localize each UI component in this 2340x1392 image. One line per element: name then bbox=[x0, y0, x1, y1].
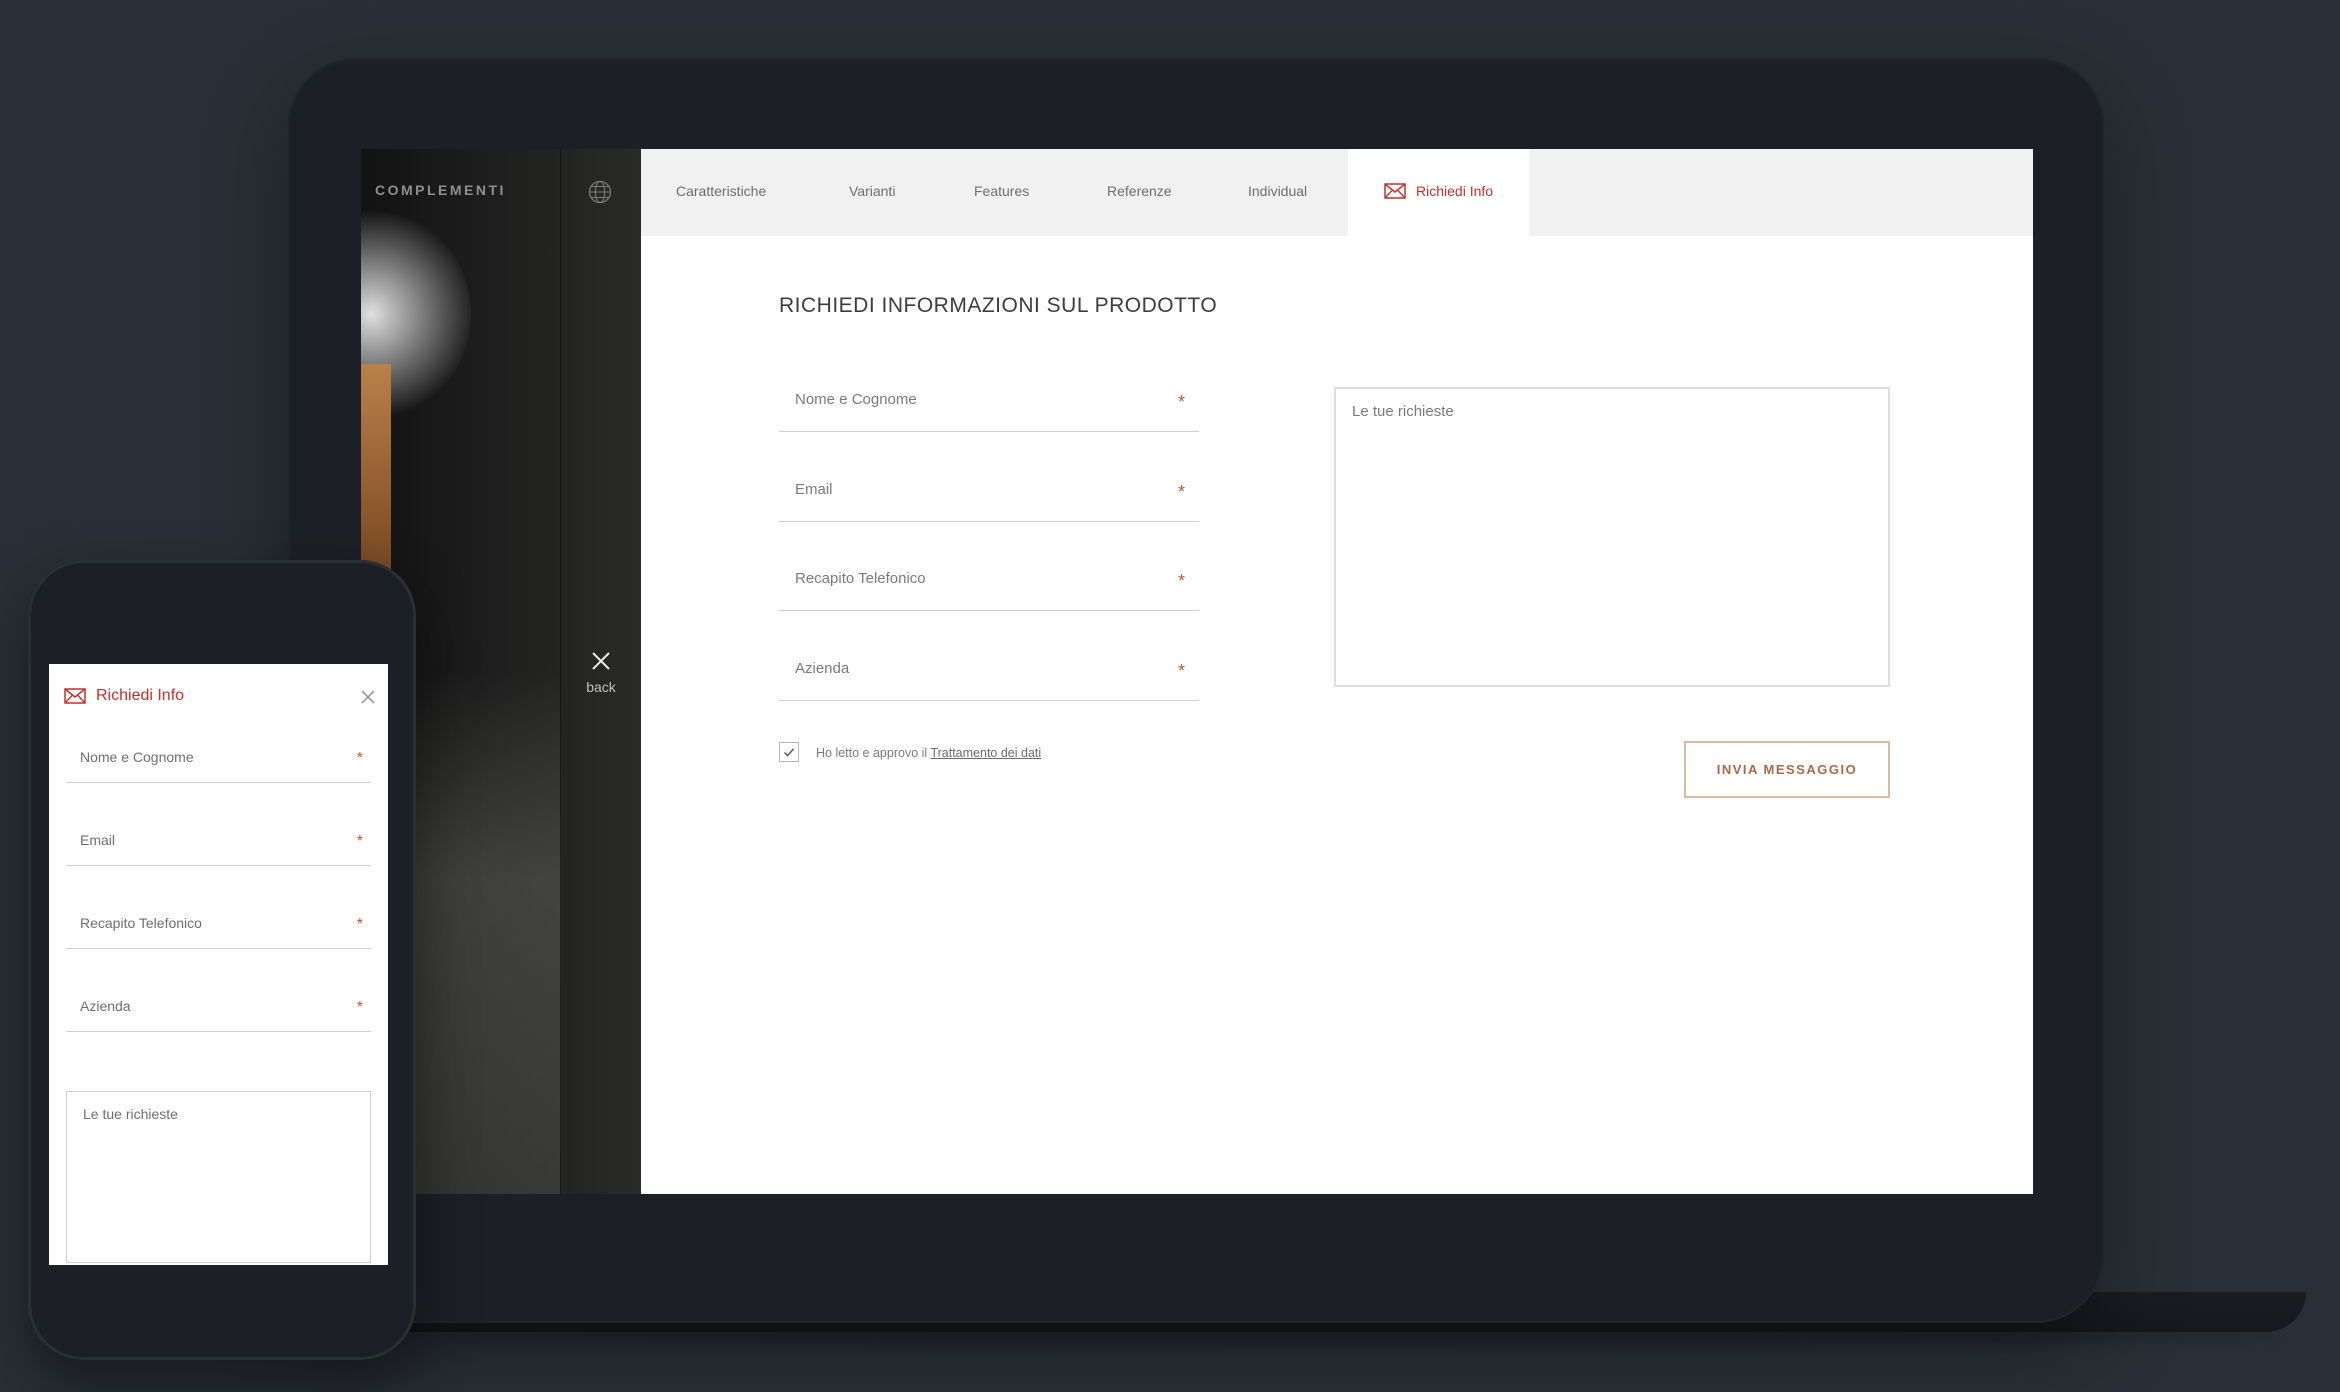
company-field[interactable]: Azienda * bbox=[779, 656, 1199, 701]
message-textarea[interactable]: Le tue richieste bbox=[1334, 387, 1890, 687]
required-mark: * bbox=[1177, 661, 1185, 681]
phone-field-label: Recapito Telefonico bbox=[80, 915, 202, 931]
close-icon[interactable] bbox=[589, 649, 613, 673]
tab-features[interactable]: Features bbox=[974, 149, 1029, 236]
required-mark: * bbox=[1177, 482, 1185, 502]
name-field-label: Nome e Cognome bbox=[80, 749, 194, 765]
tab-varianti[interactable]: Varianti bbox=[849, 149, 895, 236]
consent-prefix: Ho letto e approvo il bbox=[816, 746, 928, 760]
form-title: RICHIEDI INFORMAZIONI SUL PRODOTTO bbox=[779, 294, 1218, 317]
name-field-label: Nome e Cognome bbox=[795, 391, 917, 408]
phone-screen: Richiedi Info Nome e Cognome * Email * R… bbox=[49, 664, 388, 1265]
mail-icon bbox=[1384, 183, 1406, 199]
tab-bar: Caratteristiche Varianti Features Refere… bbox=[641, 149, 2033, 236]
phone-field[interactable]: Recapito Telefonico * bbox=[66, 910, 371, 949]
message-placeholder: Le tue richieste bbox=[83, 1106, 178, 1122]
required-mark: * bbox=[1177, 571, 1185, 591]
tab-referenze[interactable]: Referenze bbox=[1107, 149, 1172, 236]
privacy-link[interactable]: Trattamento dei dati bbox=[930, 746, 1041, 760]
email-field[interactable]: Email * bbox=[66, 827, 371, 866]
consent-checkbox[interactable] bbox=[779, 742, 799, 762]
name-field[interactable]: Nome e Cognome * bbox=[66, 744, 371, 783]
required-mark: * bbox=[356, 999, 363, 1016]
tab-richiedi-info-label: Richiedi Info bbox=[1416, 183, 1494, 199]
name-field[interactable]: Nome e Cognome * bbox=[779, 387, 1199, 432]
globe-icon[interactable] bbox=[587, 179, 613, 205]
required-mark: * bbox=[356, 750, 363, 767]
email-field[interactable]: Email * bbox=[779, 477, 1199, 522]
tab-richiedi-info[interactable]: Richiedi Info bbox=[1348, 149, 1530, 236]
send-message-button[interactable]: INVIA MESSAGGIO bbox=[1684, 741, 1890, 798]
company-field-label: Azienda bbox=[80, 998, 131, 1014]
required-mark: * bbox=[356, 916, 363, 933]
brand-label: COMPLEMENTI bbox=[375, 182, 506, 198]
close-icon[interactable] bbox=[361, 690, 375, 704]
required-mark: * bbox=[1177, 392, 1185, 412]
company-field-label: Azienda bbox=[795, 660, 850, 677]
laptop-screen: COMPLEMENTI back Caratteristiche Variant… bbox=[361, 149, 2033, 1194]
email-field-label: Email bbox=[795, 481, 833, 498]
phone-field[interactable]: Recapito Telefonico * bbox=[779, 566, 1199, 611]
message-textarea[interactable]: Le tue richieste bbox=[66, 1091, 371, 1263]
email-field-label: Email bbox=[80, 832, 116, 848]
required-mark: * bbox=[356, 833, 363, 850]
company-field[interactable]: Azienda * bbox=[66, 993, 371, 1032]
panel-divider bbox=[560, 149, 561, 1194]
mail-icon bbox=[64, 688, 86, 704]
tab-caratteristiche[interactable]: Caratteristiche bbox=[676, 149, 766, 236]
phone-header-title: Richiedi Info bbox=[96, 687, 185, 704]
phone-field-label: Recapito Telefonico bbox=[795, 570, 926, 587]
tab-individual[interactable]: Individual bbox=[1248, 149, 1307, 236]
message-placeholder: Le tue richieste bbox=[1352, 403, 1454, 420]
back-label[interactable]: back bbox=[583, 679, 619, 695]
consent-text: Ho letto e approvo il Trattamento dei da… bbox=[816, 746, 1041, 760]
